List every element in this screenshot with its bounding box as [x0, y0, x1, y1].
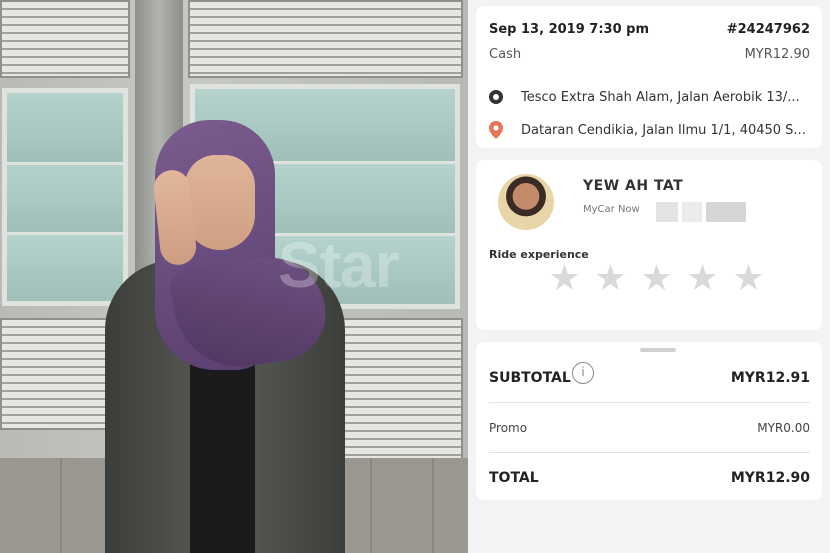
- subtotal-label: SUBTOTAL: [489, 370, 571, 386]
- star-icon[interactable]: ★: [640, 261, 673, 297]
- fare-summary-card: SUBTOTAL i MYR12.91 Promo MYR0.00 TOTAL …: [476, 342, 822, 500]
- rating-stars: ★ ★ ★ ★ ★: [548, 261, 765, 297]
- promo-value: MYR0.00: [757, 421, 810, 435]
- pickup-address: Tesco Extra Shah Alam, Jalan Aerobik 13/…: [521, 89, 800, 105]
- divider: [489, 452, 810, 453]
- order-number: #24247962: [726, 22, 810, 37]
- dropoff-location-row[interactable]: Dataran Cendikia, Jalan Ilmu 1/1, 40450 …: [489, 120, 814, 140]
- face: [185, 155, 255, 250]
- star-icon[interactable]: ★: [594, 261, 627, 297]
- star-icon[interactable]: ★: [732, 261, 765, 297]
- driver-card: YEW AH TAT MyCar Now Ride experience ★ ★…: [476, 160, 822, 330]
- star-icon[interactable]: ★: [686, 261, 719, 297]
- payment-method: Cash: [489, 47, 522, 62]
- ride-receipt: Sep 13, 2019 7:30 pm #24247962 Cash MYR1…: [468, 0, 830, 553]
- driver-name: YEW AH TAT: [583, 178, 684, 194]
- shutter-top-left: [0, 0, 130, 78]
- pickup-location-row[interactable]: Tesco Extra Shah Alam, Jalan Aerobik 13/…: [489, 87, 814, 107]
- promo-label: Promo: [489, 421, 528, 435]
- news-photo: Star: [0, 0, 468, 553]
- woman-in-hijab: [85, 110, 365, 553]
- blurred-plate-number: [656, 202, 748, 222]
- drag-handle[interactable]: [640, 348, 676, 352]
- vehicle-type: MyCar Now: [583, 204, 640, 215]
- star-icon[interactable]: ★: [548, 261, 581, 297]
- total-label: TOTAL: [489, 470, 539, 486]
- dropoff-address: Dataran Cendikia, Jalan Ilmu 1/1, 40450 …: [521, 122, 806, 138]
- shutter-top-right: [188, 0, 463, 78]
- driver-avatar: [498, 174, 554, 230]
- trip-details-card: Sep 13, 2019 7:30 pm #24247962 Cash MYR1…: [476, 6, 822, 148]
- watermark-text: Star: [278, 229, 399, 301]
- trip-date: Sep 13, 2019 7:30 pm: [489, 22, 649, 37]
- total-value: MYR12.90: [730, 470, 810, 486]
- pickup-dot-icon: [489, 90, 503, 104]
- divider: [489, 402, 810, 403]
- map-pin-icon: [489, 121, 503, 139]
- trip-fare: MYR12.90: [744, 47, 810, 62]
- subtotal-value: MYR12.91: [730, 370, 810, 386]
- info-icon[interactable]: i: [572, 362, 594, 384]
